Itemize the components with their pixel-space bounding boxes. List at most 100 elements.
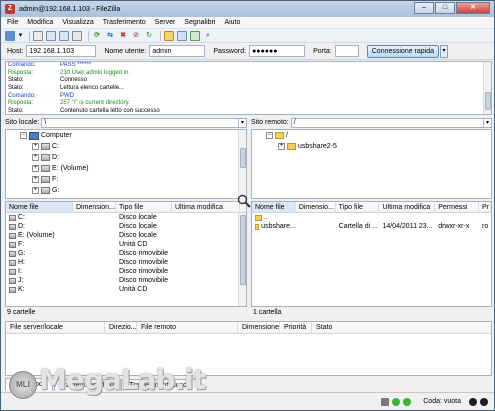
- local-file-row[interactable]: I: Disco rimovibile: [6, 267, 246, 276]
- log-scroll-thumb[interactable]: [485, 92, 491, 110]
- local-tree-item[interactable]: + E: (Volume): [6, 163, 246, 174]
- expand-icon[interactable]: +: [32, 154, 39, 161]
- toggle-tree-remote-icon[interactable]: [59, 30, 69, 41]
- queue-col-size[interactable]: Dimensione: [238, 322, 280, 333]
- local-file-row[interactable]: G: Disco rimovibile: [6, 249, 246, 258]
- disconnect-icon[interactable]: ⊘: [131, 31, 141, 41]
- cancel-icon[interactable]: ✖: [118, 31, 128, 41]
- port-input[interactable]: [334, 45, 359, 57]
- local-list-scroll-thumb[interactable]: [240, 215, 246, 285]
- quickconnect-button[interactable]: Connessione rapida: [366, 44, 440, 58]
- remote-tree-item[interactable]: − /: [252, 130, 491, 141]
- menu-bar: File Modifica Visualizza Trasferimento S…: [1, 17, 494, 29]
- remote-col-name[interactable]: Nome file: [252, 202, 296, 212]
- process-queue-icon[interactable]: ⇆: [105, 31, 115, 41]
- local-file-row[interactable]: J: Disco rimovibile: [6, 276, 246, 285]
- expand-icon[interactable]: −: [20, 132, 27, 139]
- local-col-modified[interactable]: Ultima modifica: [172, 202, 240, 212]
- remote-file-row[interactable]: ..: [252, 213, 491, 222]
- sync-browse-icon[interactable]: [190, 30, 200, 41]
- local-col-size[interactable]: Dimension...: [73, 202, 116, 212]
- queue-col-priority[interactable]: Priorità: [280, 322, 312, 333]
- menu-modifica[interactable]: Modifica: [27, 19, 53, 26]
- expand-icon[interactable]: +: [32, 176, 39, 183]
- queue-col-direction[interactable]: Direzio...: [105, 322, 137, 333]
- remote-tree-item[interactable]: + usbshare2-5: [252, 141, 491, 152]
- local-file-row[interactable]: E: (Volume) Disco locale: [6, 231, 246, 240]
- compare-icon[interactable]: [177, 30, 187, 41]
- local-list-scrollbar[interactable]: [238, 213, 246, 306]
- file-owner: ro: [482, 223, 489, 230]
- queue-col-local[interactable]: File server/locale: [6, 322, 105, 333]
- lock-icon: [381, 397, 390, 406]
- password-input[interactable]: [249, 45, 306, 57]
- local-site-dropdown[interactable]: ▾: [239, 117, 247, 128]
- local-file-row[interactable]: D: Disco locale: [6, 222, 246, 231]
- reconnect-icon[interactable]: ↻: [144, 31, 154, 41]
- local-file-row[interactable]: C: Disco locale: [6, 213, 246, 222]
- expand-icon[interactable]: +: [32, 198, 39, 199]
- local-file-row[interactable]: H: Disco rimovibile: [6, 258, 246, 267]
- local-tree-item[interactable]: + D:: [6, 152, 246, 163]
- local-site-input[interactable]: \: [41, 117, 239, 128]
- remote-col-type[interactable]: Tipo file: [336, 202, 380, 212]
- toggle-queue-icon[interactable]: [72, 30, 82, 41]
- remote-site-input[interactable]: /: [290, 117, 484, 128]
- expand-icon[interactable]: +: [32, 187, 39, 194]
- remote-tree[interactable]: − / + usbshare2-5: [251, 129, 492, 199]
- queue-col-status[interactable]: Stato: [312, 322, 372, 333]
- close-button[interactable]: ✕: [456, 2, 490, 14]
- username-input[interactable]: [149, 45, 206, 57]
- tab-queued-files[interactable]: File in coda: [5, 378, 53, 391]
- tab-successful-transfers[interactable]: Trasferimenti riusciti: [123, 379, 198, 391]
- local-tree-item[interactable]: + C:: [6, 141, 246, 152]
- remote-col-size[interactable]: Dimensio...: [296, 202, 336, 212]
- refresh-icon[interactable]: ⟳: [92, 31, 102, 41]
- remote-col-owner[interactable]: Pr: [479, 202, 491, 212]
- remote-file-list[interactable]: Nome file Dimensio... Tipo file Ultima m…: [251, 201, 492, 307]
- message-log[interactable]: Comando: PASS ****** Risposta: 230 User adm…: [5, 61, 492, 115]
- minimize-button[interactable]: –: [414, 2, 434, 14]
- expand-icon[interactable]: +: [32, 165, 39, 172]
- expand-icon[interactable]: +: [278, 143, 285, 150]
- menu-segnalibri[interactable]: Segnalibri: [184, 19, 215, 26]
- menu-server[interactable]: Server: [155, 19, 176, 26]
- local-file-row[interactable]: K: Unità CD: [6, 285, 246, 294]
- local-file-list[interactable]: Nome file Dimension... Tipo file Ultima …: [5, 201, 247, 307]
- file-name: ..: [264, 214, 268, 221]
- filter-icon[interactable]: [164, 30, 174, 41]
- toggle-tree-local-icon[interactable]: [46, 30, 56, 41]
- queue-col-remote[interactable]: File remoto: [137, 322, 238, 333]
- local-col-name[interactable]: Nome file: [6, 202, 73, 212]
- local-file-row[interactable]: F: Unità CD: [6, 240, 246, 249]
- remote-col-modified[interactable]: Ultima modifica: [379, 202, 436, 212]
- remote-file-row[interactable]: usbshare... Cartella di ... 14/04/2011 23.…: [252, 222, 491, 231]
- dropdown-arrow-icon[interactable]: ▾: [18, 31, 23, 41]
- menu-visualizza[interactable]: Visualizza: [62, 19, 93, 26]
- local-tree-item[interactable]: + G:: [6, 185, 246, 196]
- expand-icon[interactable]: +: [32, 143, 39, 150]
- menu-aiuto[interactable]: Aiuto: [224, 19, 240, 26]
- transfer-queue[interactable]: File server/locale Direzio... File remot…: [5, 321, 492, 376]
- quickconnect-dropdown[interactable]: ▾: [440, 44, 449, 58]
- site-manager-icon[interactable]: [5, 30, 15, 41]
- local-tree-item[interactable]: − Computer: [6, 130, 246, 141]
- toggle-log-icon[interactable]: [33, 30, 43, 41]
- expand-icon[interactable]: −: [266, 132, 273, 139]
- local-tree-scrollbar[interactable]: [238, 130, 246, 198]
- host-input[interactable]: [26, 45, 97, 57]
- search-files-icon[interactable]: ⌕: [203, 31, 213, 41]
- menu-file[interactable]: File: [7, 19, 18, 26]
- maximize-button[interactable]: □: [435, 2, 455, 14]
- local-tree-scroll-thumb[interactable]: [240, 148, 246, 168]
- local-tree-item[interactable]: + F:: [6, 174, 246, 185]
- remote-site-dropdown[interactable]: ▾: [484, 117, 492, 128]
- tab-failed-transfers[interactable]: Trasferimenti falliti: [53, 379, 123, 391]
- local-tree-item[interactable]: + H:: [6, 196, 246, 199]
- menu-trasferimento[interactable]: Trasferimento: [103, 19, 146, 26]
- local-tree[interactable]: −Computer+C:+D:+E: (Volume)+F:+G:+H:: [5, 129, 247, 199]
- drive-icon: [9, 232, 16, 239]
- remote-col-perms[interactable]: Permessi: [435, 202, 480, 212]
- local-col-type[interactable]: Tipo file: [116, 202, 172, 212]
- log-scrollbar[interactable]: [483, 62, 491, 114]
